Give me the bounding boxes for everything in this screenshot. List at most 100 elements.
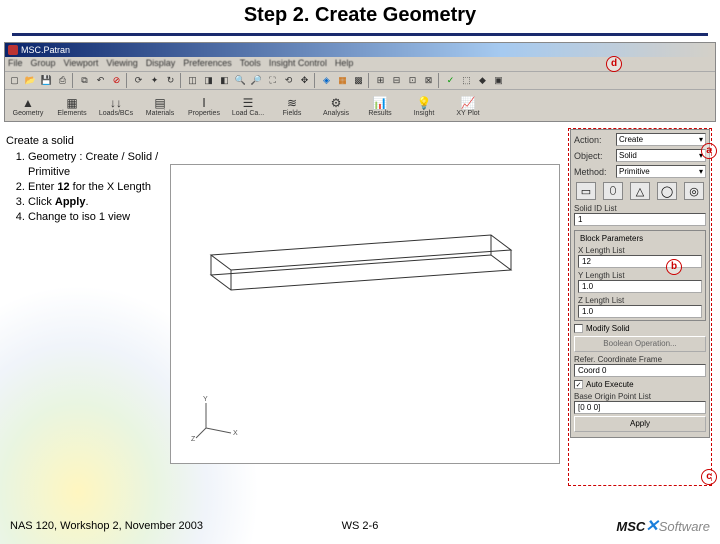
auto-execute-checkbox[interactable]: ✓ <box>574 380 583 389</box>
tb-undo-icon[interactable]: ↶ <box>93 73 108 88</box>
origin-input[interactable]: [0 0 0] <box>574 401 706 414</box>
menu-preferences[interactable]: Preferences <box>183 58 232 70</box>
tb-view3-icon[interactable]: ◧ <box>217 73 232 88</box>
app-window: MSC.Patran File Group Viewport Viewing D… <box>4 42 716 122</box>
z-length-label: Z Length List <box>578 296 702 305</box>
tab-insight[interactable]: 💡Insight <box>403 92 445 120</box>
footer-logo: MSC✕Software <box>616 516 710 536</box>
tab-loadcases[interactable]: ☰Load Ca... <box>227 92 269 120</box>
tab-elements[interactable]: ▦Elements <box>51 92 93 120</box>
wireframe-solid <box>201 215 541 315</box>
primitive-sphere-icon[interactable]: ◯ <box>657 182 677 200</box>
instructions-header: Create a solid <box>6 134 166 148</box>
tb-cycle-icon[interactable]: ↻ <box>163 73 178 88</box>
tab-fields[interactable]: ≋Fields <box>271 92 313 120</box>
primitive-torus-icon[interactable]: ◎ <box>684 182 704 200</box>
tb-new-icon[interactable]: ▢ <box>7 73 22 88</box>
tb-broom-icon[interactable]: ✦ <box>147 73 162 88</box>
menu-display[interactable]: Display <box>146 58 176 70</box>
solid-id-input[interactable]: 1 <box>574 213 706 226</box>
tb-copy-icon[interactable]: ⧉ <box>77 73 92 88</box>
block-parameters-group: Block Parameters X Length List 12 Y Leng… <box>574 230 706 321</box>
menu-insight-control[interactable]: Insight Control <box>269 58 327 70</box>
tb-pan-icon[interactable]: ✥ <box>297 73 312 88</box>
tab-results[interactable]: 📊Results <box>359 92 401 120</box>
tb-save-icon[interactable]: 💾 <box>39 73 54 88</box>
tb-shade-icon[interactable]: ▩ <box>351 73 366 88</box>
annotation-d: d <box>606 56 622 72</box>
tb-misc4-icon[interactable]: ▣ <box>491 73 506 88</box>
tb-misc3-icon[interactable]: ◆ <box>475 73 490 88</box>
auto-execute-label: Auto Execute <box>586 380 634 389</box>
menu-viewing[interactable]: Viewing <box>106 58 137 70</box>
tb-ax2-icon[interactable]: ⊟ <box>389 73 404 88</box>
tb-misc1-icon[interactable]: ✓ <box>443 73 458 88</box>
menu-help[interactable]: Help <box>335 58 354 70</box>
annotation-b: b <box>666 259 682 275</box>
standard-toolbar: ▢ 📂 💾 ⎙ ⧉ ↶ ⊘ ⟳ ✦ ↻ ◫ ◨ ◧ 🔍 🔎 ⛶ ⟲ ✥ ◈ ▦ … <box>5 71 715 89</box>
apply-button[interactable]: Apply <box>574 416 706 432</box>
modify-solid-checkbox[interactable] <box>574 324 583 333</box>
instruction-step-3: Click Apply. <box>28 195 166 209</box>
tb-rot-icon[interactable]: ⟲ <box>281 73 296 88</box>
tab-geometry[interactable]: ▲Geometry <box>7 92 49 120</box>
instructions: Create a solid Geometry : Create / Solid… <box>6 134 166 226</box>
chevron-down-icon: ▾ <box>699 135 703 144</box>
tb-ax4-icon[interactable]: ⊠ <box>421 73 436 88</box>
modify-solid-label: Modify Solid <box>586 324 630 333</box>
x-length-input[interactable]: 12 <box>578 255 702 268</box>
tb-iso-icon[interactable]: ◈ <box>319 73 334 88</box>
tb-wire-icon[interactable]: ▦ <box>335 73 350 88</box>
menu-viewport[interactable]: Viewport <box>64 58 99 70</box>
tb-abort-icon[interactable]: ⊘ <box>109 73 124 88</box>
object-select[interactable]: Solid▾ <box>616 149 706 162</box>
svg-text:Z: Z <box>191 436 196 443</box>
tab-materials[interactable]: ▤Materials <box>139 92 181 120</box>
action-select[interactable]: Create▾ <box>616 133 706 146</box>
action-label: Action: <box>574 135 614 145</box>
tb-zoom2-icon[interactable]: 🔎 <box>249 73 264 88</box>
x-length-label: X Length List <box>578 246 702 255</box>
app-title: MSC.Patran <box>21 45 70 55</box>
instruction-step-2: Enter 12 for the X Length <box>28 180 166 194</box>
tb-view2-icon[interactable]: ◨ <box>201 73 216 88</box>
solid-id-label: Solid ID List <box>574 204 706 213</box>
instruction-step-4: Change to iso 1 view <box>28 210 166 224</box>
graphics-viewport[interactable]: Y X Z <box>170 164 560 464</box>
tab-xyplot[interactable]: 📈XY Plot <box>447 92 489 120</box>
menu-tools[interactable]: Tools <box>240 58 261 70</box>
primitive-cylinder-icon[interactable]: ⬯ <box>603 182 623 200</box>
menu-group[interactable]: Group <box>31 58 56 70</box>
tb-ax1-icon[interactable]: ⊞ <box>373 73 388 88</box>
svg-text:Y: Y <box>203 396 208 403</box>
tab-properties[interactable]: ⅠProperties <box>183 92 225 120</box>
boolean-operation-button[interactable]: Boolean Operation... <box>574 336 706 352</box>
footer-center: WS 2-6 <box>342 520 379 532</box>
tb-print-icon[interactable]: ⎙ <box>55 73 70 88</box>
menu-file[interactable]: File <box>8 58 23 70</box>
y-length-input[interactable]: 1.0 <box>578 280 702 293</box>
tb-zoom1-icon[interactable]: 🔍 <box>233 73 248 88</box>
method-label: Method: <box>574 167 614 177</box>
app-icon <box>8 45 18 55</box>
tb-open-icon[interactable]: 📂 <box>23 73 38 88</box>
refer-frame-input[interactable]: Coord 0 <box>574 364 706 377</box>
tb-fit-icon[interactable]: ⛶ <box>265 73 280 88</box>
annotation-a: a <box>701 143 717 159</box>
tb-ax3-icon[interactable]: ⊡ <box>405 73 420 88</box>
tab-analysis[interactable]: ⚙Analysis <box>315 92 357 120</box>
primitive-block-icon[interactable]: ▭ <box>576 182 596 200</box>
primitive-cone-icon[interactable]: △ <box>630 182 650 200</box>
main-toolbar: ▲Geometry ▦Elements ↓↓Loads/BCs ▤Materia… <box>5 89 715 121</box>
instruction-step-1: Geometry : Create / Solid / Primitive <box>28 150 166 179</box>
tb-view1-icon[interactable]: ◫ <box>185 73 200 88</box>
tb-refresh-icon[interactable]: ⟳ <box>131 73 146 88</box>
block-params-label: Block Parameters <box>578 234 645 243</box>
tab-loads[interactable]: ↓↓Loads/BCs <box>95 92 137 120</box>
primitive-icon-row: ▭ ⬯ △ ◯ ◎ <box>574 182 706 200</box>
method-select[interactable]: Primitive▾ <box>616 165 706 178</box>
z-length-input[interactable]: 1.0 <box>578 305 702 318</box>
tb-misc2-icon[interactable]: ⬚ <box>459 73 474 88</box>
svg-text:X: X <box>233 430 238 437</box>
y-length-label: Y Length List <box>578 271 702 280</box>
